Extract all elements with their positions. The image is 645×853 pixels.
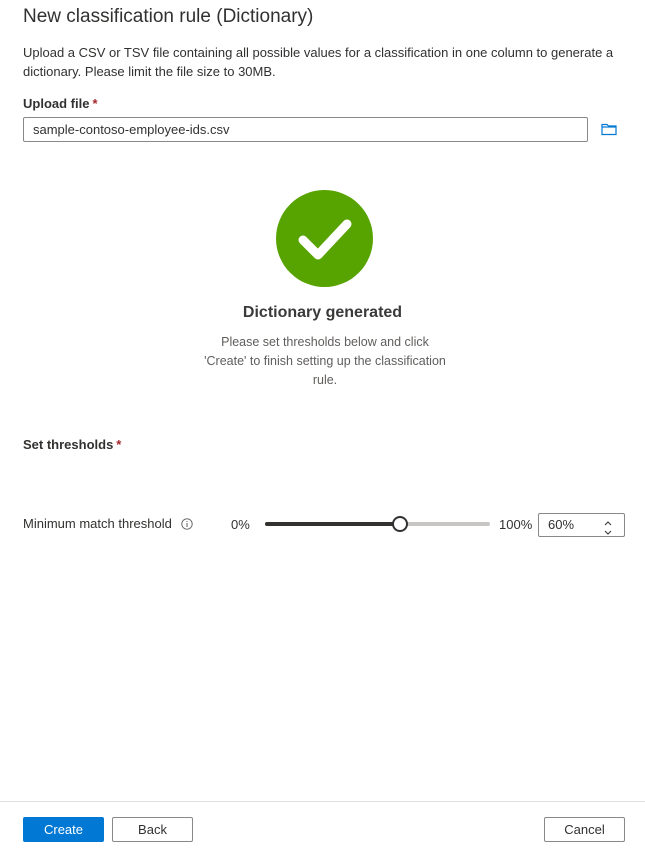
- cancel-button[interactable]: Cancel: [544, 817, 625, 842]
- status-title: Dictionary generated: [242, 304, 403, 321]
- upload-file-input[interactable]: sample-contoso-employee-ids.csv: [23, 117, 588, 142]
- upload-file-label-text: Upload file: [23, 96, 90, 111]
- status-message: Please set thresholds below and click 'C…: [204, 335, 446, 387]
- slider-min-label: 0%: [231, 517, 250, 532]
- required-mark: *: [92, 96, 98, 111]
- classification-rule-panel: New classification rule (Dictionary) Upl…: [0, 0, 645, 853]
- folder-icon[interactable]: [599, 119, 619, 139]
- minimum-match-label: Minimum match threshold: [23, 516, 172, 531]
- minimum-match-slider[interactable]: [265, 516, 490, 532]
- chevron-up-icon[interactable]: [601, 515, 615, 526]
- upload-file-label: Upload file *: [23, 96, 98, 111]
- set-thresholds-label-text: Set thresholds: [23, 437, 114, 452]
- slider-thumb[interactable]: [392, 516, 408, 532]
- spinbox-value: 60%: [548, 517, 575, 532]
- minimum-match-spinbox[interactable]: 60%: [538, 513, 625, 537]
- set-thresholds-label: Set thresholds *: [23, 437, 121, 452]
- back-button[interactable]: Back: [112, 817, 193, 842]
- slider-fill: [265, 522, 400, 526]
- slider-max-label: 100%: [499, 517, 533, 532]
- create-button[interactable]: Create: [23, 817, 104, 842]
- chevron-down-icon[interactable]: [601, 525, 615, 535]
- checkmark-circle-icon: [276, 190, 373, 287]
- required-mark: *: [116, 437, 122, 452]
- page-description: Upload a CSV or TSV file containing all …: [23, 45, 614, 79]
- page-title: New classification rule (Dictionary): [23, 6, 314, 27]
- footer-divider: [0, 801, 645, 802]
- info-icon[interactable]: [181, 517, 193, 530]
